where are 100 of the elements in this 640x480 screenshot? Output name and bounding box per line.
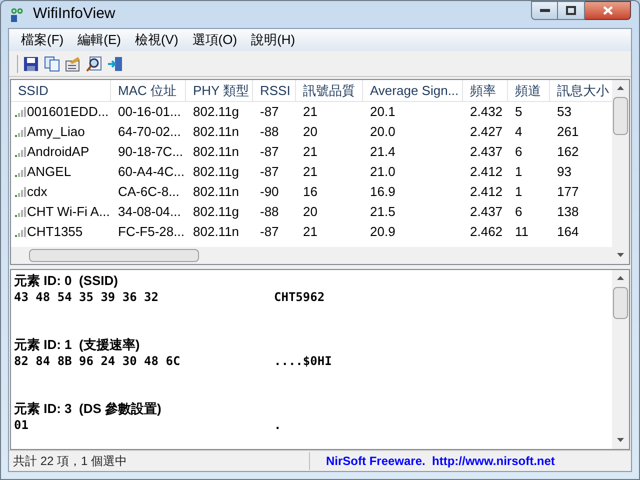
table-cell-text: -88 [260,203,279,222]
table-cell-text: -88 [260,123,279,142]
table-cell-text: 6 [515,143,522,162]
signal-icon [15,107,26,117]
element-title: 元素 ID: 1 (支援速率) [14,337,141,353]
website-link[interactable]: NirSoft Freeware. http://www.nirsoft.net [310,452,555,470]
scrollbar-thumb[interactable] [29,249,199,262]
column-header[interactable]: 頻率 [463,80,508,101]
table-cell-text: -87 [260,143,279,162]
table-cell-text: 1 [515,163,522,182]
menu-item[interactable]: 說明(H) [247,30,300,50]
table-cell-text: 177 [557,183,579,202]
table-cell-text: 2.462 [470,223,503,242]
table-cell-text: 802.11n [193,143,240,162]
column-header[interactable]: RSSI [253,80,296,101]
table-cell-text: 2.437 [470,203,503,222]
scrollbar-thumb[interactable] [613,97,628,135]
window-title: WifiInfoView [33,4,116,24]
hex-bytes: 01 [14,417,30,433]
table-cell-text: -87 [260,223,279,242]
table-cell-text: 20.1 [370,103,396,122]
table-cell-text: Amy_Liao [27,123,85,142]
maximize-button[interactable] [558,1,585,20]
table-cell-text: cdx [27,183,48,202]
table-cell-text: 2.427 [470,123,503,142]
table-cell-text: 6 [515,203,522,222]
hex-bytes: 82 84 8B 96 24 30 48 6C [14,353,182,369]
table-cell-text: 60-A4-4C... [118,163,184,182]
signal-icon [15,167,26,177]
column-header[interactable]: 頻道 [508,80,550,101]
minimize-icon [540,8,550,12]
item-count: 共計 22 項，1 個選中 [12,453,128,470]
menu-item[interactable]: 檔案(F) [17,30,68,50]
table-cell-text: 53 [557,103,572,122]
close-button[interactable] [585,1,631,20]
save-icon[interactable] [23,56,39,72]
table-cell-text: 21 [303,223,318,242]
table-cell-text: CHT1355 [27,223,83,242]
table-cell-text: -87 [260,103,279,122]
search-icon[interactable] [86,56,102,72]
table-cell-text: 164 [557,223,579,242]
table-cell-text: 802.11g [193,103,240,122]
table-cell-text: 20 [303,203,318,222]
table-cell-text: 20.0 [370,123,396,142]
maximize-icon [566,6,576,15]
properties-icon[interactable] [65,56,81,72]
menu-item[interactable]: 選項(O) [188,30,242,50]
table-cell-text: 20 [303,123,318,142]
table-cell-text: 5 [515,103,522,122]
table-cell-text: 16.9 [370,183,396,202]
table-cell-text: 802.11n [193,223,240,242]
minimize-button[interactable] [531,1,558,20]
table-cell-text: CA-6C-8... [118,183,180,202]
table-cell-text: 2.437 [470,143,503,162]
menu-item[interactable]: 檢視(V) [130,30,182,50]
table-cell-text: FC-F5-28... [118,223,184,242]
table-cell-text: 93 [557,163,572,182]
table-cell-text: 2.412 [470,163,503,182]
table-cell-text: 64-70-02... [118,123,181,142]
copy-icon[interactable] [44,56,60,72]
table-cell-text: 261 [557,123,579,142]
table-cell-text: 21.5 [370,203,396,222]
table-cell-text: 21 [303,143,318,162]
table-cell-text: 90-18-7C... [118,143,184,162]
exit-icon[interactable] [107,56,123,72]
table-cell-text: 21.4 [370,143,396,162]
table-cell-text: 21 [303,103,318,122]
table-cell-text: AndroidAP [27,143,90,162]
table-cell-text: 2.412 [470,183,503,202]
signal-icon [15,207,26,217]
hex-bytes: 43 48 54 35 39 36 32 [14,289,160,305]
menu-item[interactable]: 編輯(E) [74,30,125,50]
table-cell-text: -90 [260,183,279,202]
table-cell-text: 162 [557,143,579,162]
app-icon [9,6,25,22]
close-icon [602,6,612,15]
table-cell-text: 802.11g [193,203,240,222]
table-cell-text: 001601EDD... [27,103,109,122]
ascii-text: . [274,417,282,433]
table-cell-text: CHT Wi-Fi A... [27,203,110,222]
column-header[interactable]: MAC 位址 [111,80,186,101]
scrollbar-thumb[interactable] [613,287,628,319]
element-title: 元素 ID: 0 (SSID) [14,273,120,289]
column-header[interactable]: PHY 類型 [186,80,253,101]
column-header[interactable]: 訊號品質 [296,80,363,101]
signal-icon [15,127,26,137]
signal-icon [15,147,26,157]
table-cell-text: 1 [515,183,522,202]
signal-icon [15,187,26,197]
table-cell-text: ANGEL [27,163,72,182]
table-cell-text: 00-16-01... [118,103,181,122]
table-cell-text: 16 [303,183,318,202]
element-title: 元素 ID: 3 (DS 參數設置) [14,401,162,417]
column-header[interactable]: Average Sign... [363,80,463,101]
table-cell-text: 802.11n [193,123,240,142]
table-cell-text: 21 [303,163,318,182]
table-cell-text: 138 [557,203,579,222]
table-cell-text: 802.11n [193,183,240,202]
table-cell-text: 20.9 [370,223,396,242]
column-header[interactable]: SSID [11,80,111,101]
